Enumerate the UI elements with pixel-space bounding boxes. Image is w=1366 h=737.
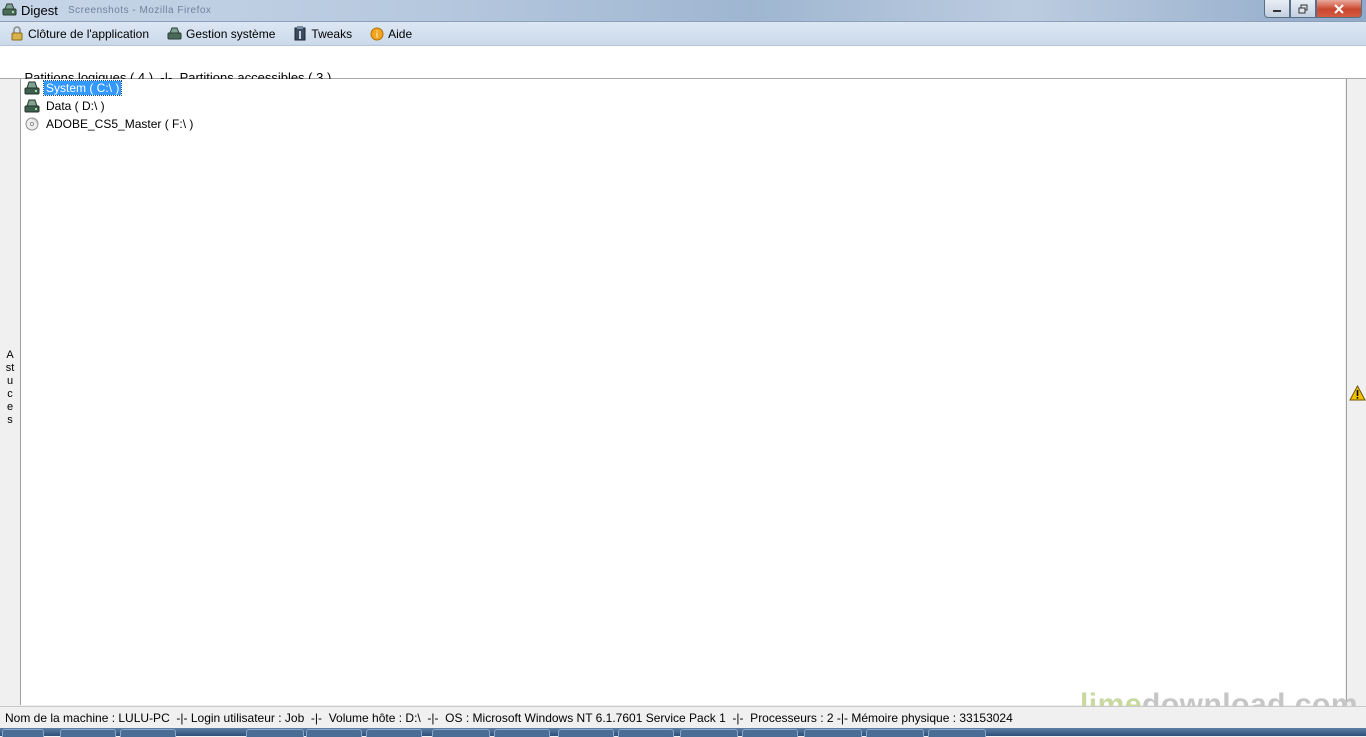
menu-label: Aide xyxy=(388,26,413,41)
status-bar: Nom de la machine : LULU-PC -|- Login ut… xyxy=(0,706,1366,729)
tree-item-system[interactable]: System ( C:\ ) xyxy=(24,80,123,96)
toolbox-icon xyxy=(294,26,306,41)
warning-icon[interactable] xyxy=(1349,385,1366,401)
window-title: Digest xyxy=(21,3,58,18)
tree-item-label: System ( C:\ ) xyxy=(42,80,123,96)
tree-item-label: ADOBE_CS5_Master ( F:\ ) xyxy=(46,117,194,131)
warning-panel-toggle[interactable] xyxy=(1346,79,1366,705)
background-window-title: Screenshots - Mozilla Firefox xyxy=(68,5,212,16)
partition-tree[interactable]: System ( C:\ ) Data ( D:\ ) ADOBE_CS5_Ma… xyxy=(21,79,1345,705)
minimize-button[interactable] xyxy=(1264,0,1290,18)
astuces-panel-toggle[interactable]: Astuces xyxy=(0,79,21,705)
close-icon xyxy=(1334,3,1344,14)
system-info-text: Nom de la machine : LULU-PC -|- Login ut… xyxy=(5,711,1013,725)
astuces-label: Astuces xyxy=(5,349,15,426)
restore-button[interactable] xyxy=(1290,0,1316,18)
svg-text:i: i xyxy=(376,30,379,40)
lock-icon xyxy=(11,26,23,41)
menu-label: Tweaks xyxy=(311,26,353,41)
restore-icon xyxy=(1298,4,1308,13)
tree-item-adobe-cs5[interactable]: ADOBE_CS5_Master ( F:\ ) xyxy=(24,116,195,132)
help-icon: i xyxy=(370,27,384,40)
tree-item-data[interactable]: Data ( D:\ ) xyxy=(24,98,107,114)
menu-label: Gestion système xyxy=(186,26,276,41)
minimize-icon xyxy=(1273,9,1281,12)
cd-drive-icon xyxy=(25,117,39,131)
partition-tabs: Patitions logiques ( 4 ) -|- Partitions … xyxy=(0,46,1366,85)
hard-drive-icon xyxy=(24,99,40,113)
title-bar: Digest Screenshots - Mozilla Firefox xyxy=(0,0,1366,22)
close-button[interactable] xyxy=(1316,0,1362,18)
menu-cloture-application[interactable]: Clôture de l'application xyxy=(0,23,157,45)
menu-tweaks[interactable]: Tweaks xyxy=(283,23,360,45)
menu-bar: Clôture de l'application Gestion système… xyxy=(0,22,1366,46)
windows-taskbar xyxy=(0,728,1366,737)
menu-gestion-systeme[interactable]: Gestion système xyxy=(157,23,283,45)
tree-item-label: Data ( D:\ ) xyxy=(46,99,105,113)
window-controls xyxy=(1264,0,1362,18)
app-drive-icon xyxy=(2,3,17,16)
menu-label: Clôture de l'application xyxy=(28,26,150,41)
hard-drive-icon xyxy=(24,81,40,95)
drive-icon xyxy=(167,27,182,40)
menu-aide[interactable]: i Aide xyxy=(360,23,420,45)
